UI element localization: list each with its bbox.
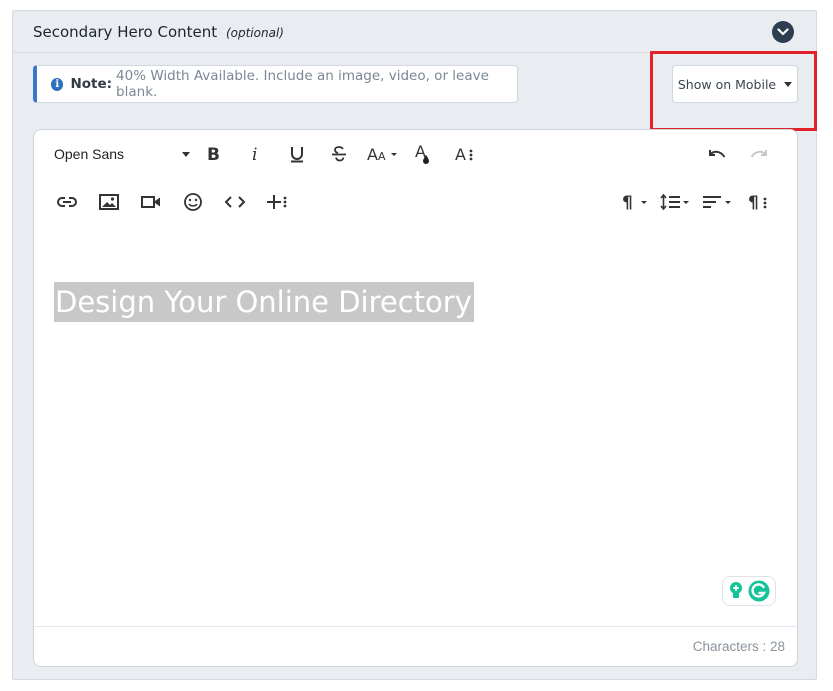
undo-button[interactable] [704, 140, 730, 168]
caret-down-icon [182, 152, 190, 157]
font-family-value: Open Sans [54, 146, 125, 162]
chevron-down-icon [777, 28, 789, 36]
svg-text:A: A [367, 145, 378, 163]
caret-down-icon [784, 81, 793, 87]
insert-video-button[interactable] [138, 188, 164, 216]
text-color-icon: A [415, 143, 429, 164]
panel-title-text: Secondary Hero Content [33, 23, 218, 41]
strikethrough-icon [332, 146, 346, 162]
line-height-button[interactable] [658, 188, 692, 216]
paragraph-more-icon: ¶ [748, 193, 767, 211]
rich-text-editor: Open Sans B i A A A A ¶ ¶ Design Your On… [33, 129, 798, 667]
visibility-dropdown[interactable]: Show on Mobile [672, 65, 798, 103]
panel-header[interactable]: Secondary Hero Content (optional) [13, 11, 816, 53]
underline-button[interactable] [284, 140, 310, 168]
image-icon [99, 194, 119, 210]
lightbulb-icon [730, 582, 742, 598]
align-left-icon [703, 196, 731, 208]
info-icon: i [51, 77, 64, 91]
character-count: Characters : 28 [692, 639, 785, 654]
video-icon [141, 196, 160, 208]
panel-title: Secondary Hero Content (optional) [33, 23, 284, 41]
font-size-button[interactable]: A A [366, 140, 400, 168]
undo-icon [709, 150, 726, 158]
more-text-icon: A [455, 145, 473, 163]
bold-button[interactable]: B [200, 140, 226, 168]
note-label: Note: [70, 76, 113, 92]
line-height-icon [660, 193, 689, 211]
optional-label: (optional) [225, 26, 284, 40]
svg-text:i: i [252, 146, 257, 162]
underline-icon [291, 147, 303, 163]
font-family-dropdown[interactable]: Open Sans [54, 140, 190, 168]
more-paragraph-button[interactable]: ¶ [746, 188, 772, 216]
grammarly-logo-icon [748, 580, 770, 602]
paragraph-icon: ¶ [622, 193, 647, 211]
link-icon [57, 197, 77, 207]
svg-text:¶: ¶ [622, 193, 633, 211]
insert-image-button[interactable] [96, 188, 122, 216]
strikethrough-button[interactable] [326, 140, 352, 168]
insert-link-button[interactable] [54, 188, 80, 216]
font-size-icon: A A [367, 145, 397, 163]
code-view-button[interactable] [222, 188, 248, 216]
bold-icon: B [207, 146, 220, 162]
align-button[interactable] [700, 188, 734, 216]
italic-icon: i [252, 146, 257, 162]
svg-text:A: A [455, 145, 466, 163]
code-icon [224, 196, 246, 208]
redo-button[interactable] [746, 140, 772, 168]
svg-text:B: B [207, 146, 220, 162]
italic-button[interactable]: i [242, 140, 268, 168]
grammarly-widget[interactable] [722, 576, 776, 606]
note-text: 40% Width Available. Include an image, v… [116, 68, 489, 100]
svg-text:A: A [378, 150, 386, 163]
visibility-dropdown-value: Show on Mobile [677, 76, 777, 92]
text-color-button[interactable]: A [410, 140, 436, 168]
paragraph-format-button[interactable]: ¶ [620, 188, 652, 216]
redo-icon [750, 150, 767, 158]
emoticons-button[interactable] [180, 188, 206, 216]
plus-more-icon [267, 195, 287, 209]
smiley-icon [184, 193, 202, 211]
editor-content-text[interactable]: Design Your Online Directory [54, 282, 474, 322]
editor-footer: Characters : 28 [34, 626, 797, 666]
more-text-button[interactable]: A [452, 140, 478, 168]
width-note: i Note: 40% Width Available. Include an … [33, 65, 518, 103]
more-insert-button[interactable] [264, 188, 290, 216]
collapse-toggle-button[interactable] [772, 21, 794, 43]
svg-text:¶: ¶ [748, 193, 759, 211]
